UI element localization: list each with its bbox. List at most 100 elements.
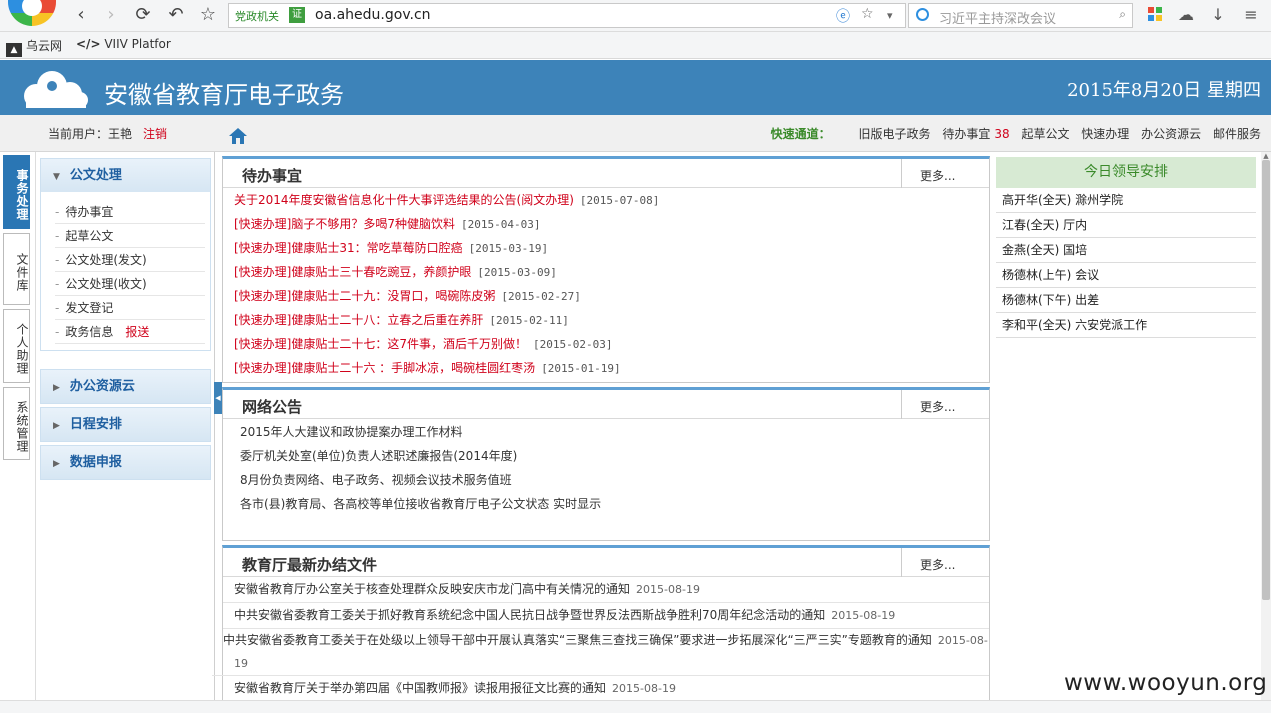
sidebar-item-draft[interactable]: - 起草公文 [55, 224, 205, 248]
sidebar-head-cloud[interactable]: ▶ 办公资源云 [41, 370, 210, 403]
quick-link-cloud[interactable]: 办公资源云 [1141, 127, 1201, 141]
pending-list: 关于2014年度安徽省信息化十件大事评选结果的公告(阅文办理) [2015-07-… [223, 188, 989, 380]
tab-system[interactable]: 系统管理 [3, 387, 30, 460]
more-link[interactable]: 更多... [901, 390, 989, 419]
address-bar[interactable]: 党政机关 证 oa.ahedu.gov.cn ⓔ ☆ ▾ [228, 3, 906, 28]
list-item[interactable]: [快速办理]健康贴士二十八：立春之后重在养肝 [2015-02-11] [223, 308, 989, 332]
pending-item-date: [2015-04-03] [461, 218, 541, 231]
leader-schedule: 今日领导安排 高开华(全天) 滁州学院 江春(全天) 厅内 金燕(全天) 国培 杨德林… [996, 157, 1256, 338]
download-icon[interactable]: ↓ [1207, 5, 1229, 27]
sidebar-collapse-button[interactable]: ◀ [214, 382, 222, 414]
notice-item[interactable]: 各市(县)教育局、各高校等单位接收省教育厅电子公文状态 实时显示 [223, 492, 989, 516]
gov-badge-icon: 证 [289, 7, 305, 23]
file-item-title[interactable]: 安徽省教育厅关于举办第四届《中国教师报》读报用报征文比赛的通知 [234, 681, 606, 695]
file-item[interactable]: 安徽省教育厅办公室关于核查处理群众反映安庆市龙门高中有关情况的通知 2015-08… [223, 577, 989, 603]
more-link[interactable]: 更多... [901, 159, 989, 188]
list-item[interactable]: [快速办理]健康贴士二十六 ：手脚冰凉，喝碗桂圆红枣汤 [2015-01-19] [223, 356, 989, 380]
pending-item-title[interactable]: 关于2014年度安徽省信息化十件大事评选结果的公告(阅文办理) [234, 193, 574, 207]
file-item-title[interactable]: 中共安徽省委教育工委关于在处级以上领导干部中开展认真落实“三聚焦三查找三确保”要… [223, 633, 932, 647]
cloud-sync-icon[interactable]: ☁ [1175, 5, 1197, 27]
code-icon: </> [76, 37, 101, 51]
leader-item: 杨德林(下午) 出差 [996, 288, 1256, 313]
sidebar-head-docs[interactable]: ▼ 公文处理 [41, 159, 210, 192]
more-link[interactable]: 更多... [901, 548, 989, 577]
status-bar: 当前用户：王艳 注销 快速通道： 旧版电子政务 待办事宜 38 起草公文 快速办理… [0, 115, 1271, 152]
pending-item-title[interactable]: [快速办理]健康贴士31：常吃草莓防口腔癌 [234, 241, 463, 255]
file-item-title[interactable]: 中共安徽省委教育工委关于抓好教育系统纪念中国人民抗日战争暨世界反法西斯战争胜利7… [234, 608, 825, 622]
pending-item-title[interactable]: [快速办理]健康贴士二十七：这7件事，酒后千万别做！ [234, 337, 527, 351]
menu-icon[interactable]: ≡ [1240, 5, 1262, 27]
file-item[interactable]: 中共安徽省委教育工委关于在处级以上领导干部中开展认真落实“三聚焦三查找三确保”要… [212, 629, 989, 676]
list-item[interactable]: [快速办理]健康贴士31：常吃草莓防口腔癌 [2015-03-19] [223, 236, 989, 260]
notice-item[interactable]: 2015年人大建议和政协提案办理工作材料 [223, 420, 989, 444]
search-box[interactable]: 习近平主持深改会议 ⌕ [908, 3, 1133, 28]
panel-header: 网络公告 更多... [223, 390, 989, 419]
collapsed-arrow-icon: ▶ [53, 459, 60, 469]
tab-affairs[interactable]: 事务处理 [3, 155, 30, 229]
panel-title: 待办事宜 [242, 167, 303, 185]
gov-site-label: 党政机关 [235, 10, 279, 23]
sidebar-item-register[interactable]: - 发文登记 [55, 296, 205, 320]
report-link[interactable]: 报送 [125, 325, 149, 339]
list-item[interactable]: 关于2014年度安徽省信息化十件大事评选结果的公告(阅文办理) [2015-07-… [223, 188, 989, 212]
scrollbar-thumb[interactable] [1262, 160, 1270, 600]
sidebar-item-info[interactable]: - 政务信息 报送 [55, 320, 205, 344]
sidebar-list: - 待办事宜 - 起草公文 - 公文处理(发文) - 公文处理(收文) - 发文登记 -政… [41, 192, 210, 350]
forward-button[interactable]: › [100, 4, 122, 26]
pending-item-date: [2015-02-03] [533, 338, 613, 351]
pending-item-title[interactable]: [快速办理]脑子不够用？多喝7种健脑饮料 [234, 217, 455, 231]
home-icon[interactable] [228, 127, 248, 145]
pending-item-title[interactable]: [快速办理]健康贴士二十八：立春之后重在养肝 [234, 313, 483, 327]
page-scrollbar[interactable]: ▲ [1261, 152, 1271, 700]
search-engine-icon [916, 8, 929, 21]
undo-button[interactable]: ↶ [165, 4, 187, 26]
quick-link-mail[interactable]: 邮件服务 [1213, 127, 1261, 141]
leader-list: 高开华(全天) 滁州学院 江春(全天) 厅内 金燕(全天) 国培 杨德林(上午) 会议… [996, 188, 1256, 338]
ie-engine-icon[interactable]: ⓔ [836, 6, 850, 26]
sidebar-section-schedule: ▶ 日程安排 [40, 407, 211, 442]
sidebar-item-outgoing[interactable]: - 公文处理(发文) [55, 248, 205, 272]
quick-label: 快速通道： [770, 127, 831, 141]
bookmark-star-icon[interactable]: ☆ [861, 6, 874, 22]
quick-link-pending[interactable]: 待办事宜 [942, 127, 990, 141]
pending-item-date: [2015-03-09] [477, 266, 557, 279]
sidebar-item-incoming[interactable]: - 公文处理(收文) [55, 272, 205, 296]
pending-item-title[interactable]: [快速办理]健康贴士二十九：没胃口，喝碗陈皮粥 [234, 289, 495, 303]
bookmark-viiv[interactable]: </> VIIV Platfor [76, 37, 171, 51]
quick-link-draft[interactable]: 起草公文 [1021, 127, 1069, 141]
sidebar-head-data[interactable]: ▶ 数据申报 [41, 446, 210, 479]
list-item[interactable]: [快速办理]脑子不够用？多喝7种健脑饮料 [2015-04-03] [223, 212, 989, 236]
pending-item-date: [2015-02-27] [501, 290, 581, 303]
notice-item[interactable]: 8月份负责网络、电子政务、视频会议技术服务值班 [223, 468, 989, 492]
list-item[interactable]: [快速办理]健康贴士二十七：这7件事，酒后千万别做！ [2015-02-03] [223, 332, 989, 356]
pending-count-badge[interactable]: 38 [994, 127, 1009, 141]
notice-item[interactable]: 委厅机关处室(单位)负责人述职述廉报告(2014年度) [223, 444, 989, 468]
pending-item-title[interactable]: [快速办理]健康贴士三十春吃豌豆，养颜护眼 [234, 265, 471, 279]
leader-schedule-title: 今日领导安排 [996, 157, 1256, 188]
quick-link-fast[interactable]: 快速办理 [1081, 127, 1129, 141]
tab-library[interactable]: 文件库 [3, 233, 30, 305]
bookmark-wooyun[interactable]: ▲ 乌云网 [6, 37, 62, 57]
file-item[interactable]: 安徽省教育厅关于举办第四届《中国教师报》读报用报征文比赛的通知 2015-08-1… [223, 676, 989, 702]
sidebar-head-schedule[interactable]: ▶ 日程安排 [41, 408, 210, 441]
search-icon[interactable]: ⌕ [1119, 7, 1126, 22]
apps-grid-icon[interactable] [1144, 6, 1166, 28]
back-button[interactable]: ‹ [70, 4, 92, 26]
list-item[interactable]: [快速办理]健康贴士二十九：没胃口，喝碗陈皮粥 [2015-02-27] [223, 284, 989, 308]
dropdown-chevron-icon[interactable]: ▾ [887, 9, 893, 22]
url-text[interactable]: oa.ahedu.gov.cn [315, 7, 431, 23]
tab-assistant[interactable]: 个人助理 [3, 309, 30, 383]
list-item[interactable]: [快速办理]健康贴士三十春吃豌豆，养颜护眼 [2015-03-09] [223, 260, 989, 284]
file-item-title[interactable]: 安徽省教育厅办公室关于核查处理群众反映安庆市龙门高中有关情况的通知 [234, 582, 630, 596]
favorite-button[interactable]: ☆ [197, 4, 219, 26]
logout-link[interactable]: 注销 [143, 125, 167, 142]
scroll-up-icon[interactable]: ▲ [1262, 152, 1270, 160]
collapsed-arrow-icon: ▶ [53, 383, 60, 393]
file-item[interactable]: 中共安徽省委教育工委关于抓好教育系统纪念中国人民抗日战争暨世界反法西斯战争胜利7… [223, 603, 989, 629]
search-input[interactable]: 习近平主持深改会议 [939, 8, 1056, 27]
pending-item-title[interactable]: [快速办理]健康贴士二十六 ：手脚冰凉，喝碗桂圆红枣汤 [234, 361, 535, 375]
reload-button[interactable]: ⟳ [132, 4, 154, 26]
browser-logo-icon[interactable] [8, 0, 56, 26]
quick-link-old-oa[interactable]: 旧版电子政务 [858, 127, 930, 141]
sidebar-item-pending[interactable]: - 待办事宜 [55, 200, 205, 224]
